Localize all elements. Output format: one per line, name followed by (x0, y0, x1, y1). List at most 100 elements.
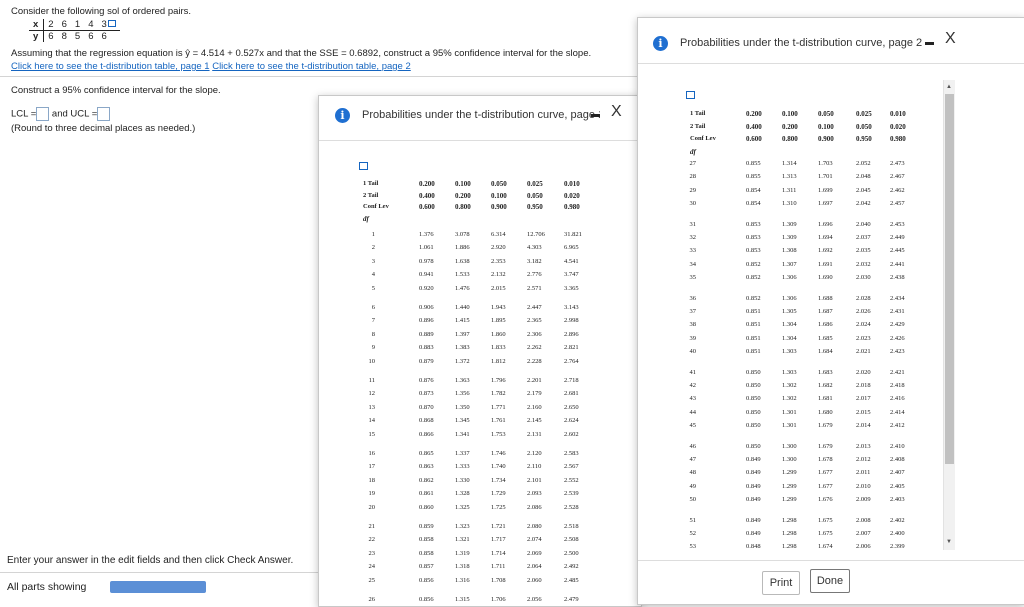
y-value: 8 (61, 31, 67, 42)
prob-value: 1.300 (782, 456, 797, 463)
popup2-separator (638, 63, 1024, 64)
header-value: 0.200 (419, 180, 435, 188)
minimize-icon[interactable] (925, 42, 934, 45)
prob-value: 2.160 (527, 403, 542, 411)
prob-value: 0.863 (419, 463, 434, 471)
prob-value: 2.017 (856, 395, 871, 403)
prob-value: 1.677 (818, 469, 833, 477)
copy-table-icon[interactable] (359, 162, 368, 170)
df-value: 13 (368, 403, 376, 411)
prob-value: 2.028 (856, 294, 871, 302)
x-label: x (29, 19, 45, 31)
prob-value: 2.040 (856, 220, 871, 228)
prob-value: 2.042 (856, 200, 871, 208)
df-value: 49 (689, 482, 697, 490)
prob-value: 31.821 (564, 231, 582, 238)
prob-value: 1.323 (455, 523, 470, 530)
two-tail-label: 2 Tail (363, 191, 379, 199)
prob-value: 1.860 (491, 330, 506, 338)
prob-value: 1.318 (455, 563, 470, 571)
prob-value: 1.714 (491, 549, 506, 557)
prob-value: 2.552 (564, 476, 579, 484)
prob-value: 2.026 (856, 308, 871, 315)
prob-value: 0.858 (419, 549, 434, 557)
prob-value: 2.086 (527, 503, 542, 511)
prob-value: 1.833 (491, 344, 506, 352)
prob-value: 2.179 (527, 390, 542, 398)
prob-value: 2.131 (527, 430, 542, 438)
df-value: 10 (368, 357, 376, 365)
df-value: 45 (689, 422, 697, 430)
prob-value: 2.015 (491, 284, 506, 292)
prob-value: 1.325 (455, 503, 470, 511)
prob-value: 0.854 (746, 186, 761, 194)
prob-value: 1.309 (782, 234, 797, 241)
prob-value: 1.711 (491, 563, 506, 571)
close-icon[interactable]: X (611, 104, 622, 120)
prob-value: 1.302 (782, 382, 797, 389)
print-button[interactable]: Print (762, 571, 800, 595)
header-value: 0.950 (527, 203, 543, 212)
y-value: 6 (48, 31, 54, 42)
t-table-page2-link[interactable]: Click here to see the t-distribution tab… (212, 61, 411, 72)
scroll-up-icon[interactable]: ▲ (946, 84, 952, 90)
x-value: 1 (70, 19, 85, 31)
prob-value: 1.699 (818, 186, 833, 194)
header-value: 0.900 (491, 203, 507, 212)
prob-value: 2.718 (564, 377, 579, 384)
prob-value: 2.426 (890, 334, 905, 342)
prob-value: 1.687 (818, 308, 833, 315)
prob-value: 0.852 (746, 260, 761, 268)
header-value: 0.200 (782, 122, 798, 131)
prob-value: 0.873 (419, 390, 434, 398)
question-prompt: Consider the following sol of ordered pa… (11, 6, 192, 17)
prob-value: 1.310 (782, 200, 797, 208)
header-value: 0.980 (564, 203, 580, 212)
header-value: 0.600 (746, 135, 762, 143)
prob-value: 1.701 (818, 173, 833, 181)
prob-value: 1.415 (455, 317, 470, 325)
header-value: 0.200 (746, 110, 762, 118)
scroll-down-icon[interactable]: ▼ (946, 539, 952, 545)
prob-value: 0.851 (746, 348, 761, 356)
prob-value: 0.849 (746, 482, 761, 490)
prob-value: 2.010 (856, 482, 871, 490)
df-value: 44 (689, 408, 697, 416)
df-value: 52 (689, 530, 697, 537)
ucl-input[interactable] (97, 107, 111, 121)
prob-value: 2.006 (856, 543, 871, 551)
prob-value: 1.376 (419, 231, 434, 238)
t-table-page1-link[interactable]: Click here to see the t-distribution tab… (11, 61, 210, 72)
copy-table-icon[interactable] (686, 91, 695, 99)
df-value: 34 (689, 260, 697, 268)
prob-value: 0.889 (419, 330, 434, 338)
prob-value: 2.023 (856, 334, 871, 342)
prob-value: 1.308 (782, 247, 797, 255)
lcl-input[interactable] (36, 107, 50, 121)
done-button[interactable]: Done (810, 569, 850, 593)
prob-value: 2.418 (890, 382, 905, 389)
prob-value: 0.850 (746, 408, 761, 416)
close-icon[interactable]: X (945, 31, 956, 47)
df-value: 36 (689, 294, 697, 302)
prob-value: 0.855 (746, 160, 761, 167)
progress-bar (110, 581, 206, 593)
prob-value: 3.747 (564, 271, 579, 279)
scrollbar[interactable]: ▲ ▼ (943, 80, 955, 550)
df-value: 48 (689, 469, 697, 477)
one-tail-label: 1 Tail (363, 180, 379, 187)
prob-value: 1.675 (818, 516, 833, 524)
prob-value: 1.684 (818, 348, 833, 356)
copy-icon[interactable] (107, 20, 116, 27)
prob-value: 2.008 (856, 516, 871, 524)
prob-value: 0.861 (419, 490, 434, 498)
scroll-thumb[interactable] (945, 94, 954, 464)
df-label: df (690, 147, 696, 156)
prob-value: 2.485 (564, 576, 579, 584)
prob-value: 0.851 (746, 321, 761, 329)
minimize-icon[interactable] (591, 114, 600, 117)
y-label: y (29, 30, 45, 42)
prob-value: 2.018 (856, 382, 871, 389)
prob-value: 1.685 (818, 334, 833, 342)
header-value: 0.050 (527, 191, 543, 200)
